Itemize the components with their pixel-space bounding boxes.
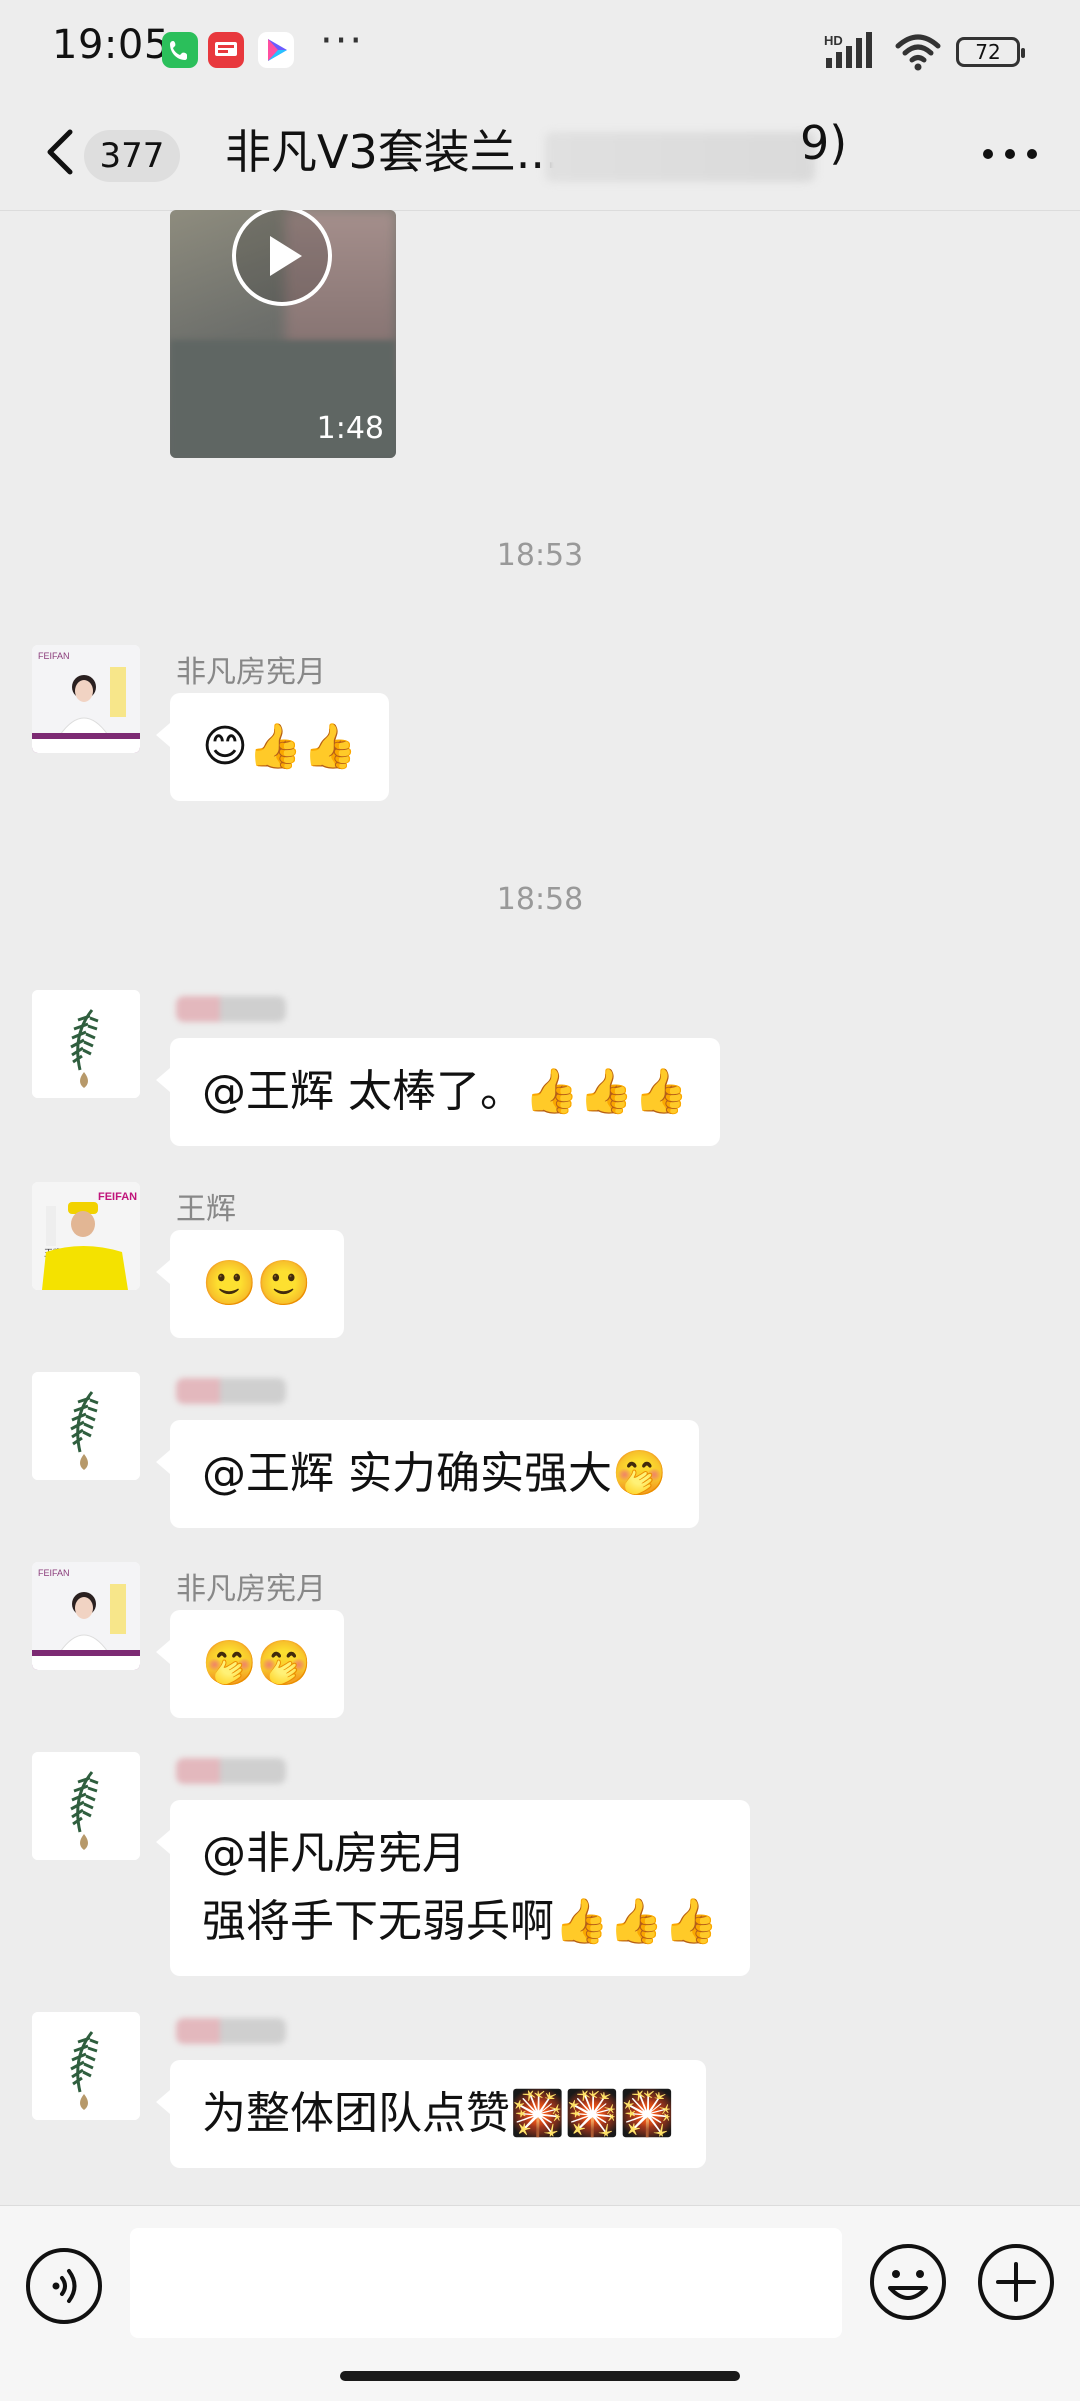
network-label: HD [824, 33, 843, 48]
svg-text:FEIFAN: FEIFAN [98, 1191, 137, 1203]
more-options-icon[interactable] [980, 146, 1040, 162]
message-bubble[interactable]: 🤭🤭 [156, 1610, 344, 1718]
message-bubble[interactable]: @王辉 太棒了。👍👍👍 [155, 1038, 721, 1146]
status-right-icons: HD 72 [824, 28, 1025, 76]
battery-icon: 72 [956, 37, 1025, 67]
message-bubble[interactable]: @王辉 实力确实强大🤭 [156, 1420, 699, 1528]
chat-title: 非凡V3套装兰... [225, 125, 560, 179]
sender-name-redacted [176, 1378, 286, 1404]
sender-name: 非凡房宪月 [176, 655, 326, 690]
avatar[interactable]: FEIFAN [32, 1562, 140, 1670]
sender-name: 王辉 [176, 1192, 236, 1227]
avatar[interactable]: FEIFAN 王辉 [32, 1182, 140, 1290]
chat-header: 377 非凡V3套装兰... 9) [0, 100, 1080, 211]
message-timestamp: 18:53 [496, 538, 584, 573]
status-bar: 19:05 ··· HD 72 [0, 0, 1080, 100]
voice-icon[interactable] [24, 2246, 104, 2326]
message-bubble[interactable]: 🙂🙂 [156, 1230, 344, 1338]
play-icon[interactable] [230, 210, 334, 308]
palm-leaf-icon [32, 1752, 140, 1860]
plus-icon[interactable] [976, 2242, 1056, 2322]
video-duration: 1:48 [316, 411, 384, 446]
palm-leaf-icon [32, 2012, 140, 2120]
sender-name: 非凡房宪月 [176, 1572, 326, 1607]
title-redaction [545, 132, 815, 182]
status-more-dots: ··· [320, 18, 365, 64]
avatar[interactable] [32, 2012, 140, 2120]
wifi-icon [895, 34, 941, 71]
svg-text:FEIFAN: FEIFAN [38, 1568, 70, 1578]
avatar[interactable] [32, 1372, 140, 1480]
emoji-icon[interactable] [868, 2242, 948, 2322]
svg-text:FEIFAN: FEIFAN [38, 651, 70, 661]
message-bubble[interactable]: 😊👍👍 [155, 693, 390, 801]
signal-icon: HD [824, 32, 872, 68]
sender-name-redacted [176, 996, 286, 1022]
avatar[interactable] [32, 990, 140, 1098]
message-timestamp: 18:58 [496, 882, 584, 917]
status-time: 19:05 [52, 22, 170, 68]
video-app-icon [258, 32, 294, 68]
message-bubble[interactable]: 为整体团队点赞🎇🎇🎇 [155, 2060, 707, 2168]
palm-leaf-icon [32, 990, 140, 1098]
sender-name-redacted [176, 2018, 286, 2044]
message-bubble[interactable]: @非凡房宪月 强将手下无弱兵啊👍👍👍 [155, 1800, 751, 1976]
chat-title-suffix: 9) [800, 116, 848, 170]
unread-count-badge[interactable]: 377 [84, 130, 180, 182]
back-arrow-icon[interactable] [40, 122, 80, 182]
avatar[interactable]: FEIFAN [32, 645, 140, 753]
palm-leaf-icon [32, 1372, 140, 1480]
message-input[interactable] [130, 2228, 842, 2338]
sender-name-redacted [176, 1758, 286, 1784]
phone-app-icon [162, 32, 198, 68]
news-app-icon [208, 32, 244, 68]
avatar[interactable] [32, 1752, 140, 1860]
video-message[interactable]: 1:48 [170, 210, 396, 458]
home-indicator[interactable] [340, 2371, 740, 2381]
